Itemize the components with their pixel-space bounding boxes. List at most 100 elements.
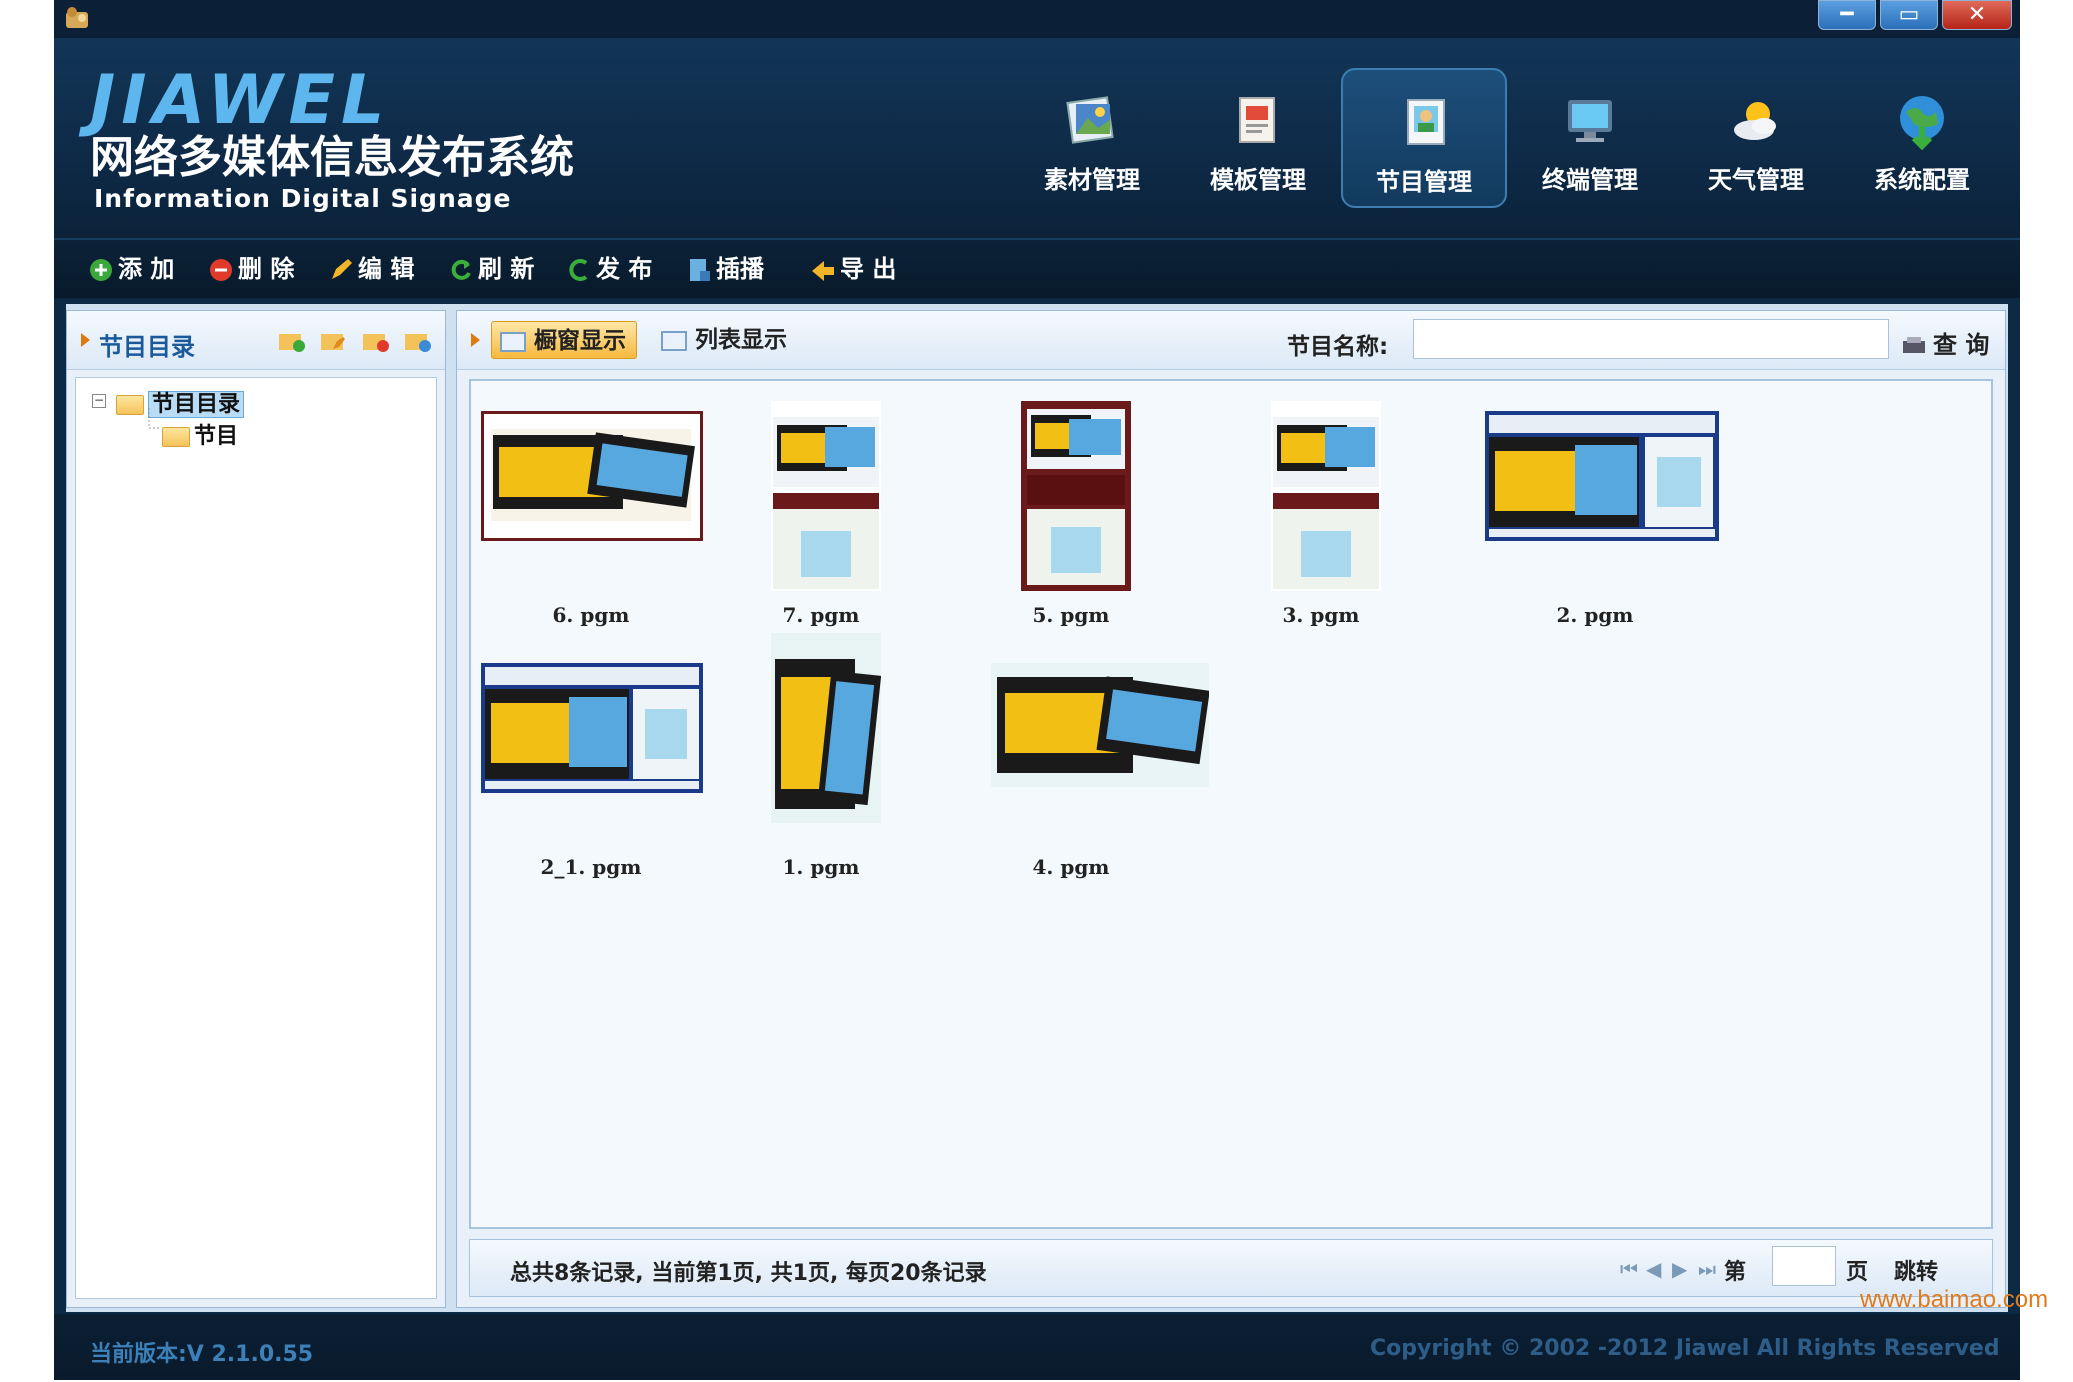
nav-weather[interactable]: 天气管理 <box>1673 68 1839 208</box>
materials-icon <box>1066 96 1114 144</box>
nav-materials-label: 素材管理 <box>1044 166 1140 194</box>
last-page-icon[interactable]: ⏭ <box>1698 1259 1716 1279</box>
close-button[interactable]: ✕ <box>1942 0 2012 30</box>
insert-button[interactable]: 插播 <box>686 254 764 284</box>
directory-title: 节目目录 <box>99 333 195 361</box>
program-name: 3. pgm <box>1282 603 1360 627</box>
program-name: 6. pgm <box>552 603 630 627</box>
status-bar: 总共8条记录, 当前第1页, 共1页, 每页20条记录 ⏮ ◀ ▶ ⏭ 第 页 … <box>469 1239 1993 1297</box>
footer: 当前版本:V 2.1.0.55 Copyright © 2002 -2012 J… <box>54 1314 2020 1380</box>
page-suffix: 页 <box>1846 1260 1869 1285</box>
page-number-input[interactable] <box>1772 1246 1836 1286</box>
program-item[interactable]: 2. pgm <box>1485 401 1725 627</box>
thumbnail-view-label: 橱窗显示 <box>534 328 626 354</box>
delete-button[interactable]: 删 除 <box>208 254 294 284</box>
query-button[interactable]: 查 询 <box>1901 325 1989 360</box>
nav-terminal[interactable]: 终端管理 <box>1507 68 1673 208</box>
query-label: 查 询 <box>1933 331 1990 359</box>
terminal-icon <box>1568 100 1612 142</box>
program-name: 5. pgm <box>1032 603 1110 627</box>
export-icon <box>812 261 834 281</box>
export-button[interactable]: 导 出 <box>810 254 896 284</box>
publish-button[interactable]: 发 布 <box>566 254 652 284</box>
nav-system[interactable]: 系统配置 <box>1839 68 2005 208</box>
nav-materials[interactable]: 素材管理 <box>1009 68 1175 208</box>
add-label: 添 加 <box>118 255 175 283</box>
new-folder-icon[interactable] <box>277 329 305 353</box>
edit-label: 编 辑 <box>358 255 415 283</box>
edit-button[interactable]: 编 辑 <box>328 254 414 284</box>
program-item[interactable]: 6. pgm <box>481 401 721 627</box>
next-page-icon[interactable]: ▶ <box>1672 1259 1690 1279</box>
program-item[interactable]: 4. pgm <box>991 653 1231 879</box>
publish-icon <box>569 259 588 281</box>
insert-icon <box>690 259 710 281</box>
thumbnail-view-button[interactable]: 橱窗显示 <box>491 321 637 359</box>
program-thumbnail <box>481 663 703 793</box>
add-button[interactable]: 添 加 <box>88 254 174 284</box>
refresh-folder-icon[interactable] <box>403 329 431 353</box>
nav-weather-label: 天气管理 <box>1708 166 1804 194</box>
program-name: 2. pgm <box>1556 603 1634 627</box>
list-view-button[interactable]: 列表显示 <box>653 321 797 359</box>
content-area: 节目目录 − 节目目录 节目 橱窗显示 列表显示 节目名称: 查 询 6. pg… <box>66 304 2008 1312</box>
app-icon <box>66 7 88 28</box>
tree-collapse-icon[interactable]: − <box>92 394 106 408</box>
minimize-button[interactable]: ━ <box>1818 0 1876 30</box>
maximize-button[interactable]: ▭ <box>1880 0 1938 30</box>
edit-folder-icon[interactable] <box>319 329 347 353</box>
tree-node-program-label: 节目 <box>194 424 239 449</box>
program-thumbnail <box>481 411 703 541</box>
query-icon <box>1903 337 1925 353</box>
program-name: 4. pgm <box>1032 855 1110 879</box>
pencil-icon <box>332 259 352 279</box>
nav-terminal-label: 终端管理 <box>1542 166 1638 194</box>
template-icon <box>1239 97 1275 143</box>
header: JIAWEL 网络多媒体信息发布系统 Information Digital S… <box>54 38 2020 238</box>
thumbnail-view-icon <box>500 331 526 352</box>
minimize-icon: ━ <box>1840 2 1854 27</box>
insert-label: 插播 <box>716 255 764 283</box>
app-window: ━ ▭ ✕ JIAWEL 网络多媒体信息发布系统 Information Dig… <box>54 0 2020 1380</box>
list-view-label: 列表显示 <box>695 327 787 353</box>
program-item[interactable]: 5. pgm <box>1021 401 1261 627</box>
delete-folder-icon[interactable] <box>361 329 389 353</box>
close-icon: ✕ <box>1967 2 1987 27</box>
publish-label: 发 布 <box>596 255 653 283</box>
tree-node-program[interactable]: 节目 <box>162 418 238 450</box>
nav-system-label: 系统配置 <box>1874 166 1970 194</box>
nav-template[interactable]: 模板管理 <box>1175 68 1341 208</box>
directory-tree: − 节目目录 节目 <box>75 377 437 1299</box>
program-list-panel: 橱窗显示 列表显示 节目名称: 查 询 6. pgm 7. pgm 5. pgm… <box>456 310 2006 1308</box>
copyright-label: Copyright © 2002 -2012 Jiawel All Rights… <box>1370 1336 2000 1361</box>
program-item[interactable]: 3. pgm <box>1271 401 1511 627</box>
first-page-icon[interactable]: ⏮ <box>1620 1259 1638 1279</box>
title-bar: ━ ▭ ✕ <box>54 0 2020 38</box>
program-name: 7. pgm <box>782 603 860 627</box>
toolbar: 添 加 删 除 编 辑 刷 新 发 布 插播 导 出 <box>54 238 2020 298</box>
refresh-label: 刷 新 <box>478 255 535 283</box>
version-label: 当前版本:V 2.1.0.55 <box>90 1342 314 1367</box>
brand-logo: JIAWEL <box>90 61 391 140</box>
add-icon <box>90 259 112 281</box>
program-name-input[interactable] <box>1413 319 1889 359</box>
program-item[interactable]: 7. pgm <box>771 401 1011 627</box>
delete-icon <box>210 259 232 281</box>
nav-program[interactable]: 节目管理 <box>1341 68 1507 208</box>
thumbnail-grid: 6. pgm 7. pgm 5. pgm 3. pgm 2. pgm 2_1. … <box>469 379 1993 1229</box>
nav-program-label: 节目管理 <box>1376 168 1472 196</box>
program-item[interactable]: 2_1. pgm <box>481 653 721 879</box>
watermark: www.baimao.com <box>1860 1286 2049 1313</box>
list-view-icon <box>661 330 687 351</box>
program-thumbnail <box>1021 401 1131 591</box>
program-thumbnail <box>1485 411 1719 541</box>
prev-page-icon[interactable]: ◀ <box>1646 1259 1664 1279</box>
program-name: 2_1. pgm <box>540 855 642 879</box>
main-nav: 素材管理 模板管理 节目管理 终端管理 天气管理 系统配置 <box>1009 68 2009 218</box>
delete-label: 删 除 <box>238 255 295 283</box>
nav-template-label: 模板管理 <box>1210 166 1306 194</box>
goto-button[interactable]: 跳转 <box>1894 1254 1938 1286</box>
refresh-button[interactable]: 刷 新 <box>448 254 534 284</box>
program-thumbnail <box>1271 401 1381 591</box>
program-item[interactable]: 1. pgm <box>771 633 1011 879</box>
